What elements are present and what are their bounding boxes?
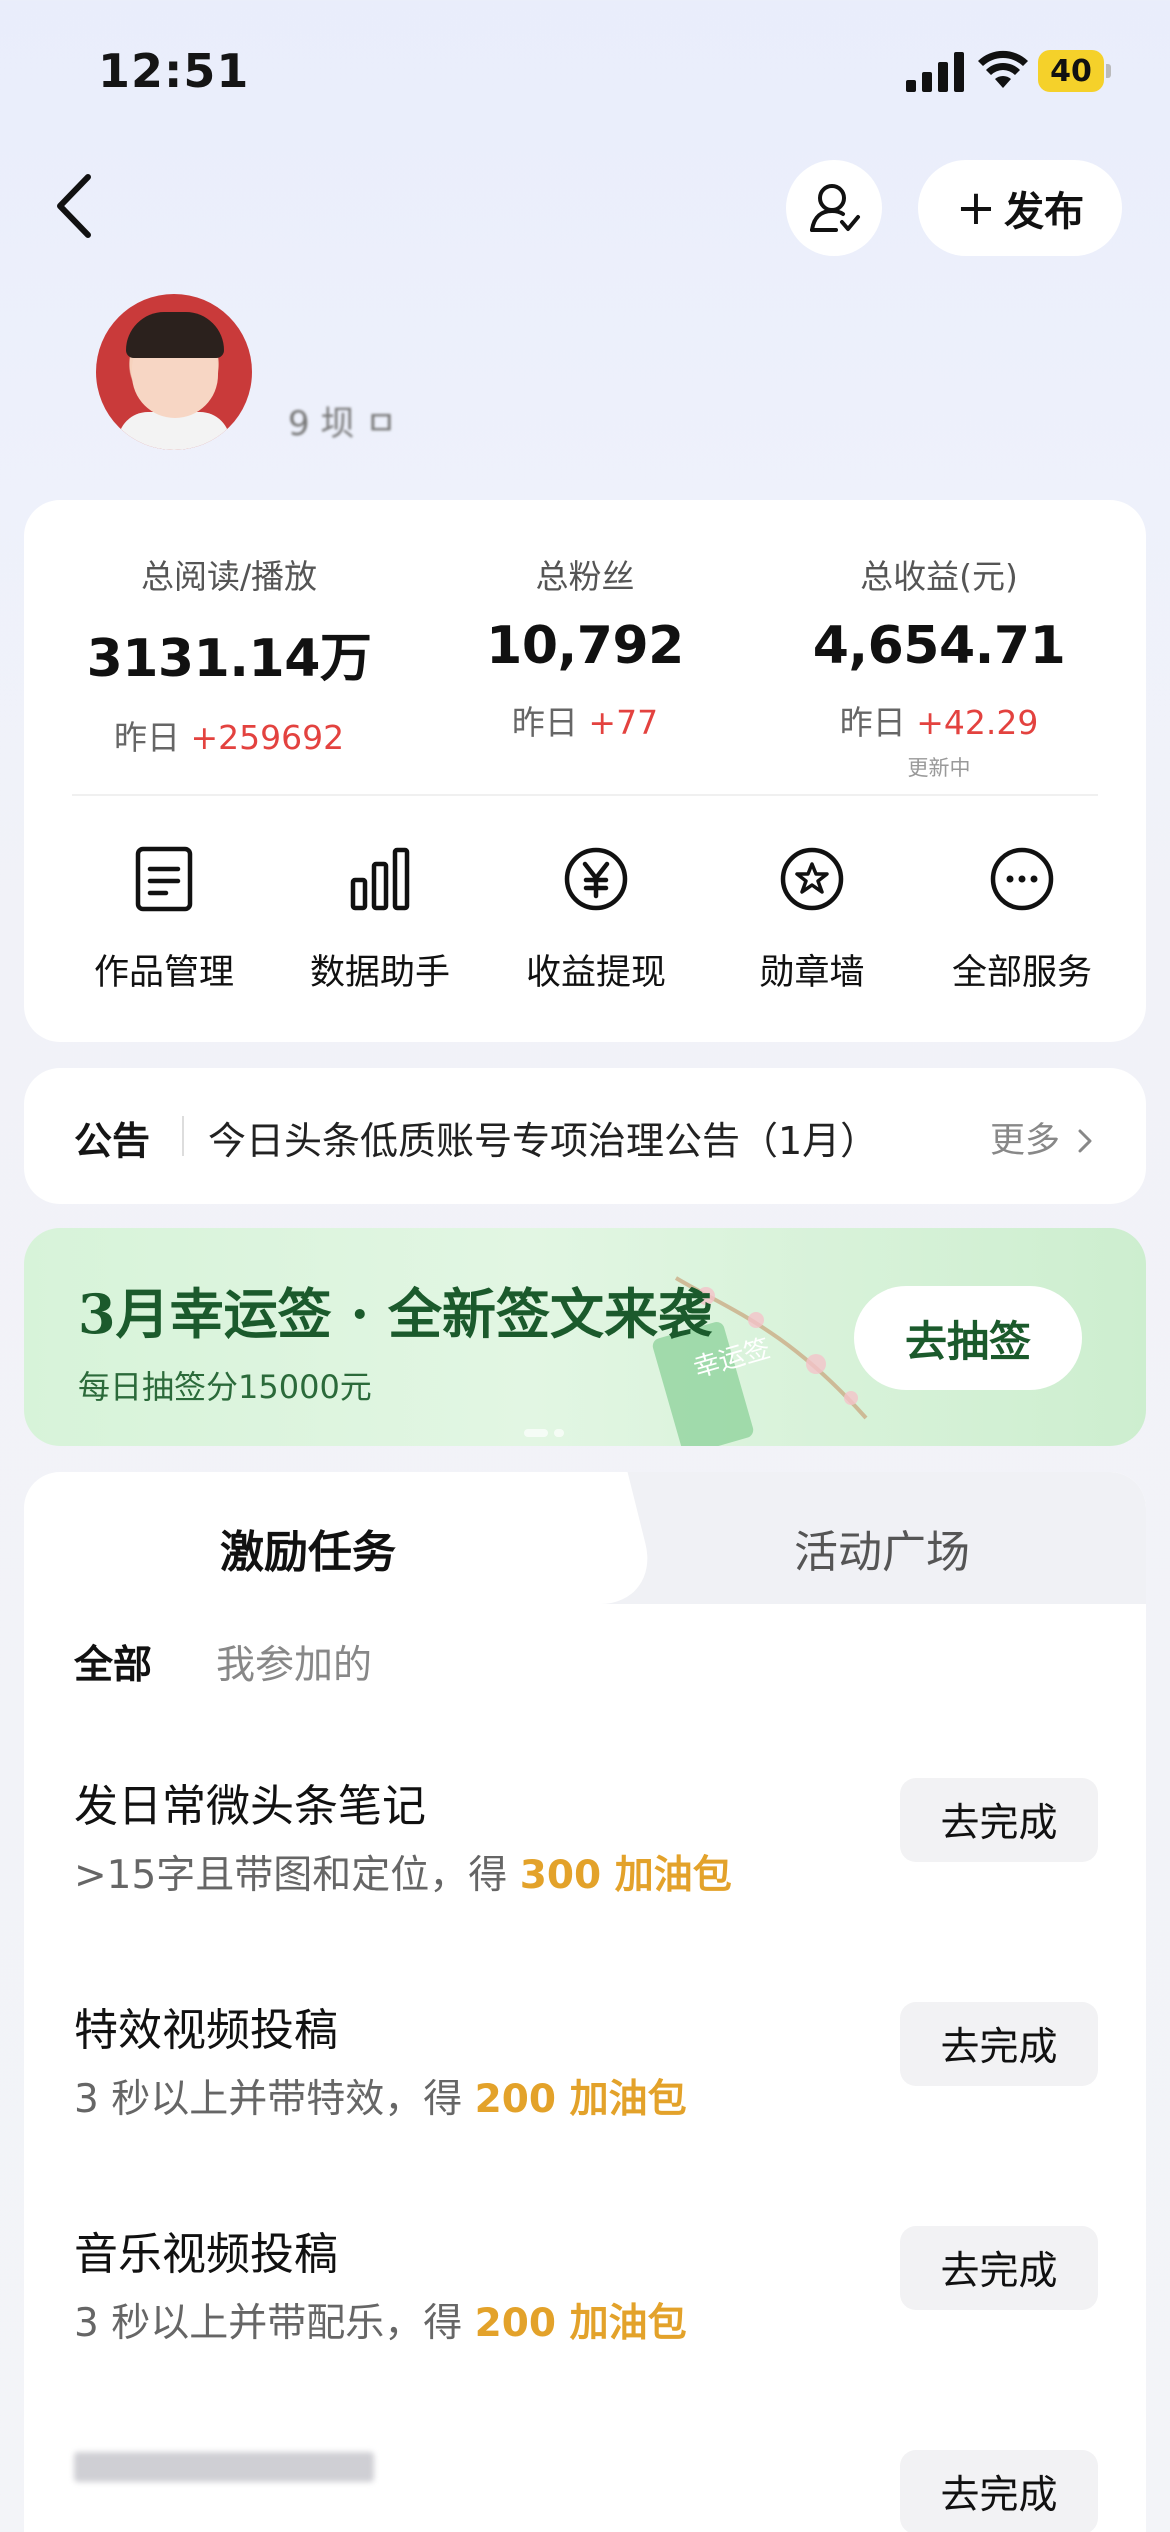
announcement-bar[interactable]: 公告 今日头条低质账号专项治理公告（1月） 更多 — [24, 1068, 1146, 1204]
stats-card: 总阅读/播放 3131.14万 昨日 +259692 总粉丝 10,792 昨日… — [24, 500, 1146, 1042]
task-description: 3 秒以上并带配乐，得 200 加油包 — [74, 2301, 687, 2346]
service-all-services[interactable]: 全部服务 — [912, 830, 1132, 995]
wifi-icon — [978, 50, 1028, 88]
service-withdraw-earnings[interactable]: 收益提现 — [486, 830, 706, 995]
task-item: 去完成 — [24, 2442, 1146, 2532]
draw-lot-button[interactable]: 去抽签 — [854, 1286, 1082, 1390]
stat-label: 总阅读/播放 — [140, 557, 318, 596]
task-title: 音乐视频投稿 — [74, 2229, 338, 2280]
document-icon — [135, 846, 193, 912]
divider — [182, 1116, 184, 1156]
bar-chart-icon — [350, 847, 410, 911]
stat-delta: 昨日 +77 — [511, 703, 659, 742]
complete-task-button[interactable]: 去完成 — [900, 2450, 1098, 2532]
tab-incentive-tasks[interactable]: 激励任务 — [220, 1516, 396, 1580]
complete-task-button[interactable]: 去完成 — [900, 1778, 1098, 1862]
stat-delta: 昨日 +259692 — [113, 718, 345, 757]
battery-level: 40 — [1038, 50, 1104, 92]
service-label: 收益提现 — [525, 953, 666, 993]
cellular-signal-icon — [906, 52, 964, 92]
task-item: 音乐视频投稿 3 秒以上并带配乐，得 200 加油包 去完成 — [24, 2218, 1146, 2388]
publish-label: 发布 — [1004, 189, 1085, 235]
lucky-draw-banner[interactable]: 幸运签 3月幸运签 · 全新签文来袭 每日抽签分15000元 去抽签 — [24, 1228, 1146, 1446]
task-item: 特效视频投稿 3 秒以上并带特效，得 200 加油包 去完成 — [24, 1994, 1146, 2164]
service-label: 数据助手 — [309, 953, 450, 993]
divider — [72, 794, 1098, 796]
stat-label: 总收益(元) — [860, 557, 1018, 596]
announcement-more-link[interactable]: 更多 — [990, 1112, 1093, 1163]
publish-button[interactable]: + 发布 — [918, 160, 1122, 256]
task-item: 发日常微头条笔记 >15字且带图和定位，得 300 加油包 去完成 — [24, 1770, 1146, 1940]
stat-total-reads[interactable]: 总阅读/播放 3131.14万 昨日 +259692 — [64, 550, 394, 759]
announcement-tag: 公告 — [74, 1119, 151, 1163]
service-grid: 作品管理 数据助手 收益提现 勋章墙 全部服务 — [24, 830, 1146, 1010]
service-data-assistant[interactable]: 数据助手 — [270, 830, 490, 995]
task-reward: 200 加油包 — [474, 2301, 687, 2346]
task-panel: 激励任务 活动广场 全部 我参加的 发日常微头条笔记 >15字且带图和定位，得 … — [24, 1472, 1146, 2532]
task-reward: 200 加油包 — [474, 2077, 687, 2122]
task-title: 特效视频投稿 — [74, 2005, 338, 2056]
banner-subtitle: 每日抽签分15000元 — [78, 1368, 372, 1406]
tab-activity-plaza[interactable]: 活动广场 — [794, 1516, 970, 1580]
service-works-management[interactable]: 作品管理 — [54, 830, 274, 995]
back-button[interactable] — [44, 170, 104, 242]
stat-total-fans[interactable]: 总粉丝 10,792 昨日 +77 — [420, 550, 750, 744]
medal-star-icon — [780, 847, 844, 911]
chevron-left-icon — [57, 174, 91, 238]
stat-label: 总粉丝 — [535, 557, 635, 596]
stat-total-earnings[interactable]: 总收益(元) 4,654.71 昨日 +42.29 更新中 — [774, 550, 1104, 782]
more-dots-icon — [990, 847, 1054, 911]
banner-title: 3月幸运签 · 全新签文来袭 — [78, 1282, 712, 1346]
filter-all[interactable]: 全部 — [74, 1634, 152, 1690]
stat-updating-note: 更新中 — [907, 756, 971, 780]
task-description: 3 秒以上并带特效，得 200 加油包 — [74, 2077, 687, 2122]
yuan-icon — [564, 847, 628, 911]
stat-value: 3131.14万 — [86, 629, 372, 689]
user-check-icon — [810, 184, 860, 232]
service-label: 作品管理 — [93, 953, 234, 993]
blurred-text-placeholder — [74, 2452, 374, 2482]
profile-switch-button[interactable] — [786, 160, 882, 256]
carousel-dots — [524, 1422, 584, 1437]
username: 9 坝 ㅁ — [288, 404, 397, 444]
filter-joined[interactable]: 我参加的 — [216, 1634, 372, 1690]
plus-icon: + — [955, 180, 997, 236]
stat-value: 4,654.71 — [812, 616, 1066, 676]
service-label: 全部服务 — [951, 953, 1092, 993]
complete-task-button[interactable]: 去完成 — [900, 2226, 1098, 2310]
service-medal-wall[interactable]: 勋章墙 — [702, 830, 922, 995]
battery-icon: 40 — [1038, 50, 1111, 92]
avatar[interactable] — [96, 294, 252, 450]
chevron-right-icon — [1078, 1129, 1092, 1153]
stat-value: 10,792 — [486, 616, 684, 676]
complete-task-button[interactable]: 去完成 — [900, 2002, 1098, 2086]
status-time: 12:51 — [98, 44, 250, 98]
announcement-text[interactable]: 今日头条低质账号专项治理公告（1月） — [208, 1110, 878, 1165]
task-title-blurred — [74, 2442, 394, 2503]
stat-delta: 昨日 +42.29 — [839, 703, 1039, 742]
service-label: 勋章墙 — [759, 953, 865, 993]
task-title: 发日常微头条笔记 — [74, 1781, 426, 1832]
task-reward: 300 加油包 — [519, 1853, 732, 1898]
task-description: >15字且带图和定位，得 300 加油包 — [74, 1853, 732, 1898]
status-bar: 12:51 40 — [0, 0, 1170, 150]
